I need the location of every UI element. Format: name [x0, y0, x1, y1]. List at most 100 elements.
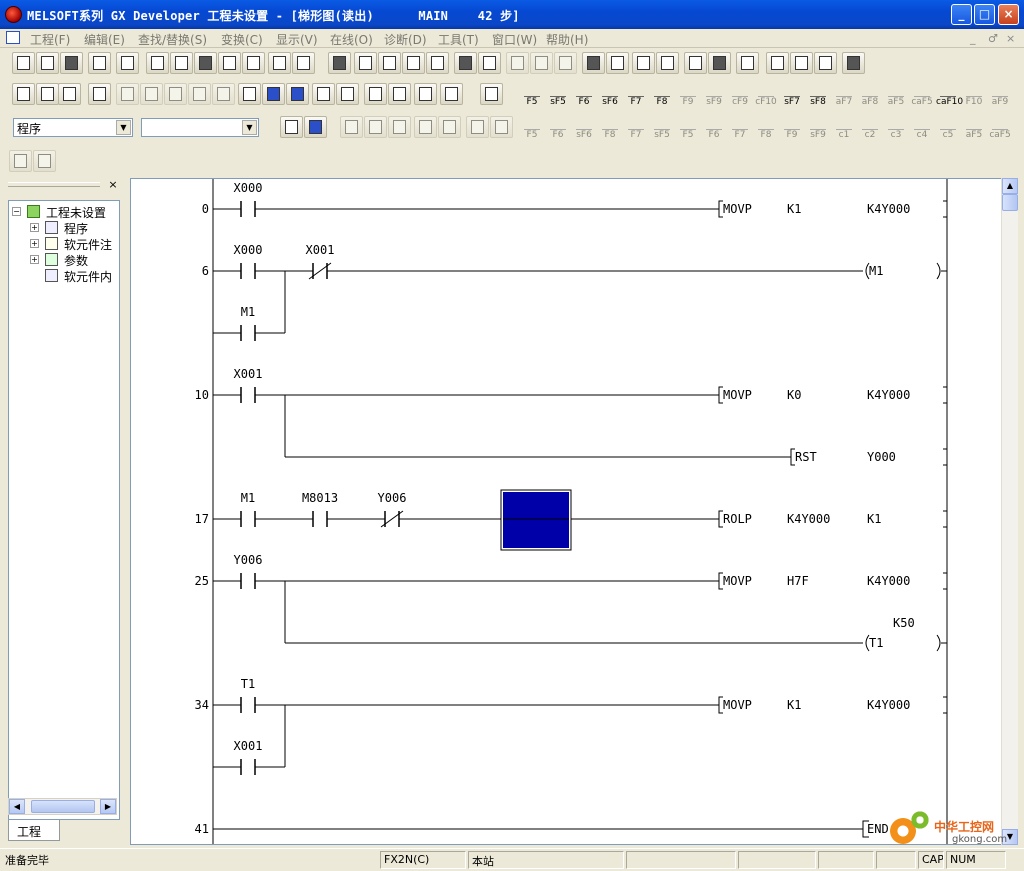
toolbar-button[interactable] [268, 52, 291, 74]
ladder-tool-button[interactable] [438, 116, 461, 138]
toolbar-button[interactable] [414, 83, 437, 105]
expand-icon[interactable]: + [30, 255, 39, 264]
fkey-button-cf10[interactable]: cF10 [754, 82, 778, 107]
tree-button[interactable] [304, 116, 327, 138]
toolbar-button[interactable] [242, 52, 265, 74]
fkey-button-f9[interactable]: F9 [780, 115, 804, 140]
toolbar-button[interactable] [354, 52, 377, 74]
toolbar-button[interactable] [88, 52, 111, 74]
scroll-thumb[interactable] [31, 800, 95, 813]
fkey-button-sf9[interactable]: sF9 [702, 82, 726, 107]
menu-window[interactable]: 窗口(W) [492, 31, 537, 48]
fkey-button-c3[interactable]: c3 [884, 115, 908, 140]
toolbar-button[interactable] [402, 52, 425, 74]
fkey-button-f9[interactable]: F9 [676, 82, 700, 107]
fkey-button-sf8[interactable]: sF8 [806, 82, 830, 107]
toolbar-button[interactable] [378, 52, 401, 74]
toolbar-button[interactable] [146, 52, 169, 74]
toolbar-button[interactable] [582, 52, 605, 74]
toolbar-button[interactable] [170, 52, 193, 74]
toolbar-button[interactable] [12, 83, 35, 105]
fkey-button-cf9[interactable]: cF9 [728, 82, 752, 107]
chevron-right-icon[interactable]: ▶ [100, 799, 116, 814]
toolbar-button[interactable] [814, 52, 837, 74]
fkey-button-af8[interactable]: aF8 [858, 82, 882, 107]
toolbar-button[interactable] [530, 52, 553, 74]
toolbar-button[interactable] [478, 52, 501, 74]
menu-convert[interactable]: 变换(C) [221, 31, 263, 48]
fkey-button-af7[interactable]: aF7 [832, 82, 856, 107]
fkey-button-sf5[interactable]: sF5 [546, 82, 570, 107]
toolbar-button[interactable] [454, 52, 477, 74]
device-combo[interactable]: ▼ [141, 118, 259, 137]
toolbar-button[interactable] [36, 52, 59, 74]
chevron-down-icon[interactable]: ▼ [242, 120, 257, 135]
fkey-button-caf10[interactable]: caF10 [936, 82, 963, 107]
toolbar-button[interactable] [12, 52, 35, 74]
toolbar-button[interactable] [194, 52, 217, 74]
fkey-button-f8[interactable]: F8 [650, 82, 674, 107]
toolbar-button[interactable] [188, 83, 211, 105]
toolbar-button[interactable] [480, 83, 503, 105]
mdi-minimize-button[interactable]: _ [970, 32, 976, 45]
toolbar-button[interactable] [140, 83, 163, 105]
toolbar-button[interactable] [842, 52, 865, 74]
maximize-button[interactable]: □ [974, 4, 995, 25]
toolbar-button[interactable] [554, 52, 577, 74]
toolbar-button[interactable] [684, 52, 707, 74]
ladder-tool-button[interactable] [490, 116, 513, 138]
mdi-close-button[interactable]: × [1006, 32, 1015, 45]
toolbar-button[interactable] [116, 83, 139, 105]
ladder-tool-button[interactable] [364, 116, 387, 138]
fkey-button-sf7[interactable]: sF7 [780, 82, 804, 107]
toolbar-button[interactable] [440, 83, 463, 105]
toolbar-button[interactable] [116, 52, 139, 74]
fkey-button-af5[interactable]: aF5 [962, 115, 986, 140]
fkey-button-f10[interactable]: F10 [962, 82, 986, 107]
monitor-write-button[interactable] [33, 150, 56, 172]
fkey-button-f7[interactable]: F7 [624, 82, 648, 107]
toolbar-button[interactable] [292, 52, 315, 74]
toolbar-button[interactable] [364, 83, 387, 105]
toolbar-button[interactable] [212, 83, 235, 105]
menu-online[interactable]: 在线(O) [330, 31, 373, 48]
ladder-tool-button[interactable] [466, 116, 489, 138]
fkey-button-f8[interactable]: F8 [598, 115, 622, 140]
toolbar-button[interactable] [736, 52, 759, 74]
toolbar-button[interactable] [164, 83, 187, 105]
fkey-button-c4[interactable]: c4 [910, 115, 934, 140]
toolbar-button[interactable] [606, 52, 629, 74]
toolbar-button[interactable] [88, 83, 111, 105]
minimize-button[interactable]: _ [951, 4, 972, 25]
toolbar-button[interactable] [656, 52, 679, 74]
tree-horizontal-scrollbar[interactable]: ◀ ▶ [8, 798, 117, 815]
menu-help[interactable]: 帮助(H) [546, 31, 588, 48]
ladder-tool-button[interactable] [388, 116, 411, 138]
toolbar-button[interactable] [312, 83, 335, 105]
expand-icon[interactable]: + [30, 239, 39, 248]
fkey-button-f5[interactable]: F5 [520, 82, 544, 107]
ladder-editor[interactable]: 0 X000 MOVP K1 K4Y000 6 X000 X001 M1 M1 10 X001 MOVP… [130, 178, 1018, 845]
toolbar-button[interactable] [238, 83, 261, 105]
toolbar-button[interactable] [218, 52, 241, 74]
toolbar-button[interactable] [708, 52, 731, 74]
menu-project[interactable]: 工程(F) [30, 31, 70, 48]
fkey-button-f6[interactable]: F6 [702, 115, 726, 140]
mdi-restore-button[interactable]: ♂ [988, 32, 998, 45]
fkey-button-f6[interactable]: F6 [546, 115, 570, 140]
toolbar-button[interactable] [388, 83, 411, 105]
monitor-button[interactable] [9, 150, 32, 172]
ladder-tool-button[interactable] [340, 116, 363, 138]
menu-edit[interactable]: 编辑(E) [84, 31, 125, 48]
menu-view[interactable]: 显示(V) [276, 31, 318, 48]
chevron-up-icon[interactable]: ▲ [1002, 178, 1018, 194]
collapse-icon[interactable]: − [12, 207, 21, 216]
expand-icon[interactable]: + [30, 223, 39, 232]
fkey-button-caf5[interactable]: caF5 [910, 82, 934, 107]
toolbar-button[interactable] [328, 52, 351, 74]
app-icon[interactable] [5, 6, 22, 23]
fkey-button-af5[interactable]: aF5 [884, 82, 908, 107]
chevron-left-icon[interactable]: ◀ [9, 799, 25, 814]
fkey-button-af9[interactable]: aF9 [988, 82, 1012, 107]
fkey-button-sf9[interactable]: sF9 [806, 115, 830, 140]
